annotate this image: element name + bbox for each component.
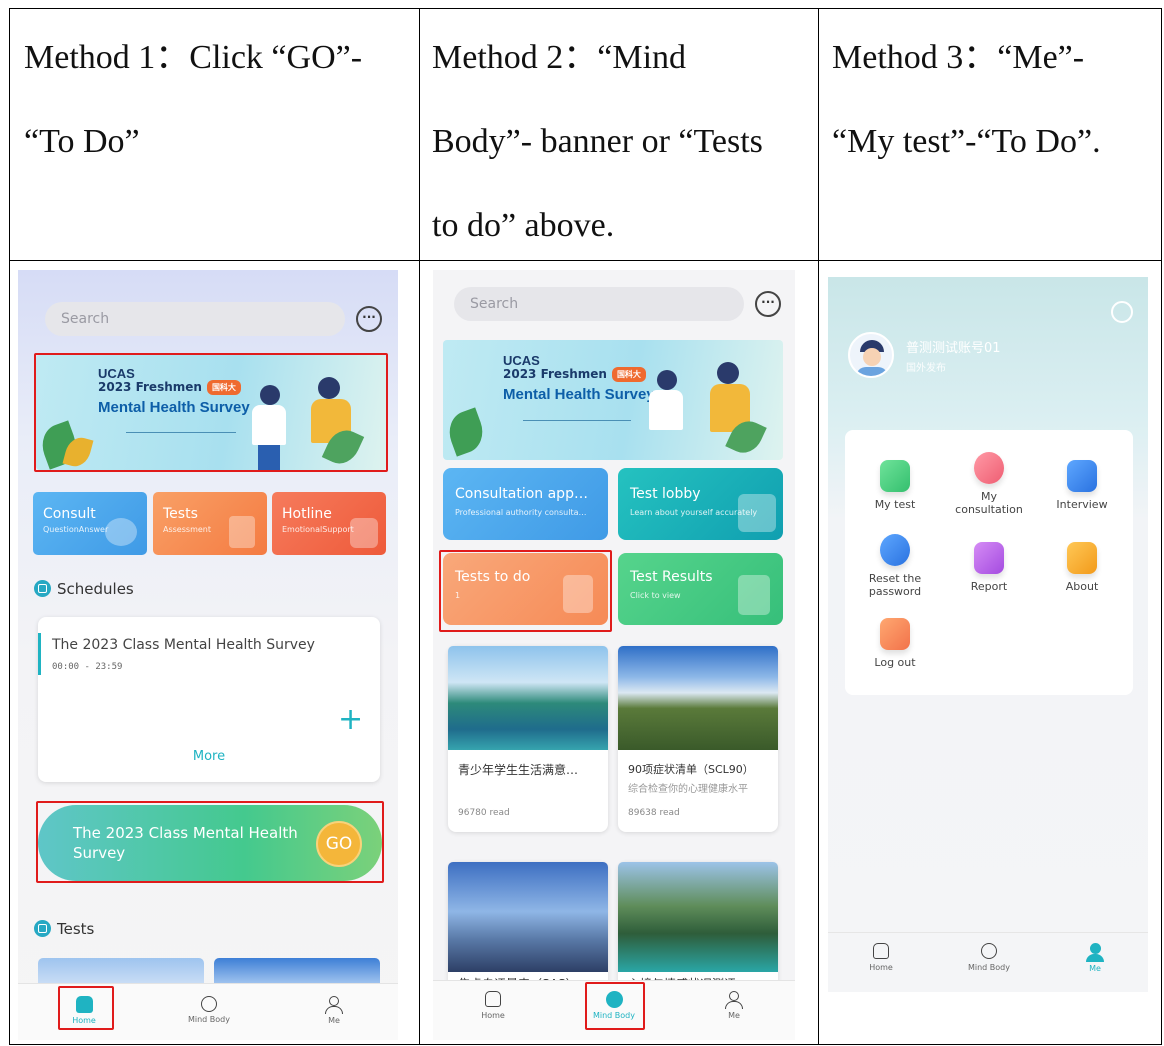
highlight-survey-banner [34,353,388,472]
method-1-text: Method 1：Click “GO”- “To Do” [24,39,363,160]
add-icon[interactable]: + [338,705,363,735]
survey-banner[interactable]: UCAS 2023 Freshmen 国科大 Mental Health Surv… [443,340,783,460]
my-test-item[interactable]: My test [855,460,935,511]
test-sheet-icon [229,516,255,548]
table-border-bottom [9,1044,1162,1045]
nav-me[interactable]: Me [314,996,354,1025]
article-photo [448,646,608,750]
highlight-go-banner [36,801,384,883]
article-photo [618,862,778,972]
table-divider-2 [818,8,819,1044]
search-input[interactable]: Search [454,287,744,321]
reset-password-item[interactable]: Reset the password [855,534,935,598]
chat-icon [974,452,1004,484]
nav-me[interactable]: Me [1075,943,1115,973]
settings-icon[interactable] [1111,301,1133,323]
schedule-event-title: The 2023 Class Mental Health Survey [52,637,315,653]
highlight-tests-to-do [439,550,612,632]
calendar-icon [34,580,51,597]
schedules-heading: Schedules [34,580,134,598]
video-icon [1067,460,1097,492]
document-icon [880,460,910,492]
grid-icon [738,494,776,532]
table-border-top [9,8,1162,9]
consultation-tile[interactable]: Consultation app… Professional authority … [443,468,608,540]
hotline-tile[interactable]: Hotline EmotionalSupport [272,492,386,555]
highlight-mind-body-tab [585,982,645,1030]
tests-section-icon [34,920,51,937]
user-subtitle: 国外发布 [906,363,946,374]
username: 普测测试账号01 [906,341,1001,356]
message-icon[interactable]: ··· [356,306,382,332]
bottom-nav: Home Mind Body Me [828,932,1148,992]
test-thumbnail[interactable] [214,958,380,983]
highlight-home-tab [58,986,114,1030]
nav-mind-body[interactable]: Mind Body [958,943,1020,972]
person-icon [1089,943,1101,954]
person-icon [1067,542,1097,574]
schedule-time: 00:00 - 23:59 [52,662,123,672]
article-card[interactable]: 90项症状清单（SCL90） 综合检查你的心理健康水平 89638 read [618,646,778,832]
me-screen: 普测测试账号01 国外发布 My test My consultation In… [828,277,1148,992]
article-reads: 96780 read [458,808,510,818]
consult-tile[interactable]: Consult QuestionAnswer [33,492,147,555]
article-photo [618,646,778,750]
article-desc: 综合检查你的心理健康水平 [628,784,748,795]
nav-mind-body[interactable]: Mind Body [178,996,240,1024]
about-item[interactable]: About [1042,542,1122,593]
home-screen: Search ··· UCAS 2023 Freshmen 国科大 Mental … [18,270,398,1040]
table-border-right [1161,8,1162,1044]
my-consultation-item[interactable]: My consultation [949,452,1029,516]
lightning-icon [981,943,997,959]
nav-home[interactable]: Home [473,991,513,1020]
me-menu-card: My test My consultation Interview Reset … [845,430,1133,695]
nav-home[interactable]: Home [861,943,901,972]
avatar[interactable] [848,332,894,378]
schedule-card[interactable]: The 2023 Class Mental Health Survey 00:0… [38,617,380,782]
table-divider-1 [419,8,420,1044]
key-icon [880,534,910,566]
article-card[interactable]: 青少年学生生活满意… 96780 read [448,646,608,832]
report-item[interactable]: Report [949,542,1029,593]
person-icon [729,991,739,1001]
article-title: 90项症状清单（SCL90） [628,763,754,776]
nav-me[interactable]: Me [714,991,754,1020]
logout-icon [880,618,910,650]
chat-bubble-icon [105,518,137,546]
article-card[interactable]: 焦虑自评量表（SAS） [448,862,608,992]
article-title: 青少年学生生活满意… [458,763,579,777]
person-icon [329,996,339,1006]
search-input[interactable]: Search [45,302,345,336]
tests-heading: Tests [34,920,94,938]
home-icon [485,991,501,1007]
table-border-left [9,8,10,1044]
test-lobby-tile[interactable]: Test lobby Learn about yourself accuratel… [618,468,783,540]
method-2-text: Method 2：“Mind Body”- banner or “Tests to … [432,39,763,244]
interview-item[interactable]: Interview [1042,460,1122,511]
test-thumbnail[interactable] [38,958,204,983]
clipboard-icon [738,575,770,615]
mind-body-screen: Search ··· UCAS 2023 Freshmen 国科大 Mental … [433,270,795,1040]
article-reads: 89638 read [628,808,680,818]
phone-icon [350,518,378,548]
more-link[interactable]: More [38,749,380,764]
home-icon [873,943,889,959]
message-icon[interactable]: ··· [755,291,781,317]
article-photo [448,862,608,972]
article-card[interactable]: 心境与情感状况测评 [618,862,778,992]
test-results-tile[interactable]: Test Results Click to view [618,553,783,625]
log-out-item[interactable]: Log out [855,618,935,669]
tests-tile[interactable]: Tests Assessment [153,492,267,555]
lightning-icon [201,996,217,1012]
report-icon [974,542,1004,574]
method-3-text: Method 3：“Me”- “My test”-“To Do”. [832,39,1101,160]
